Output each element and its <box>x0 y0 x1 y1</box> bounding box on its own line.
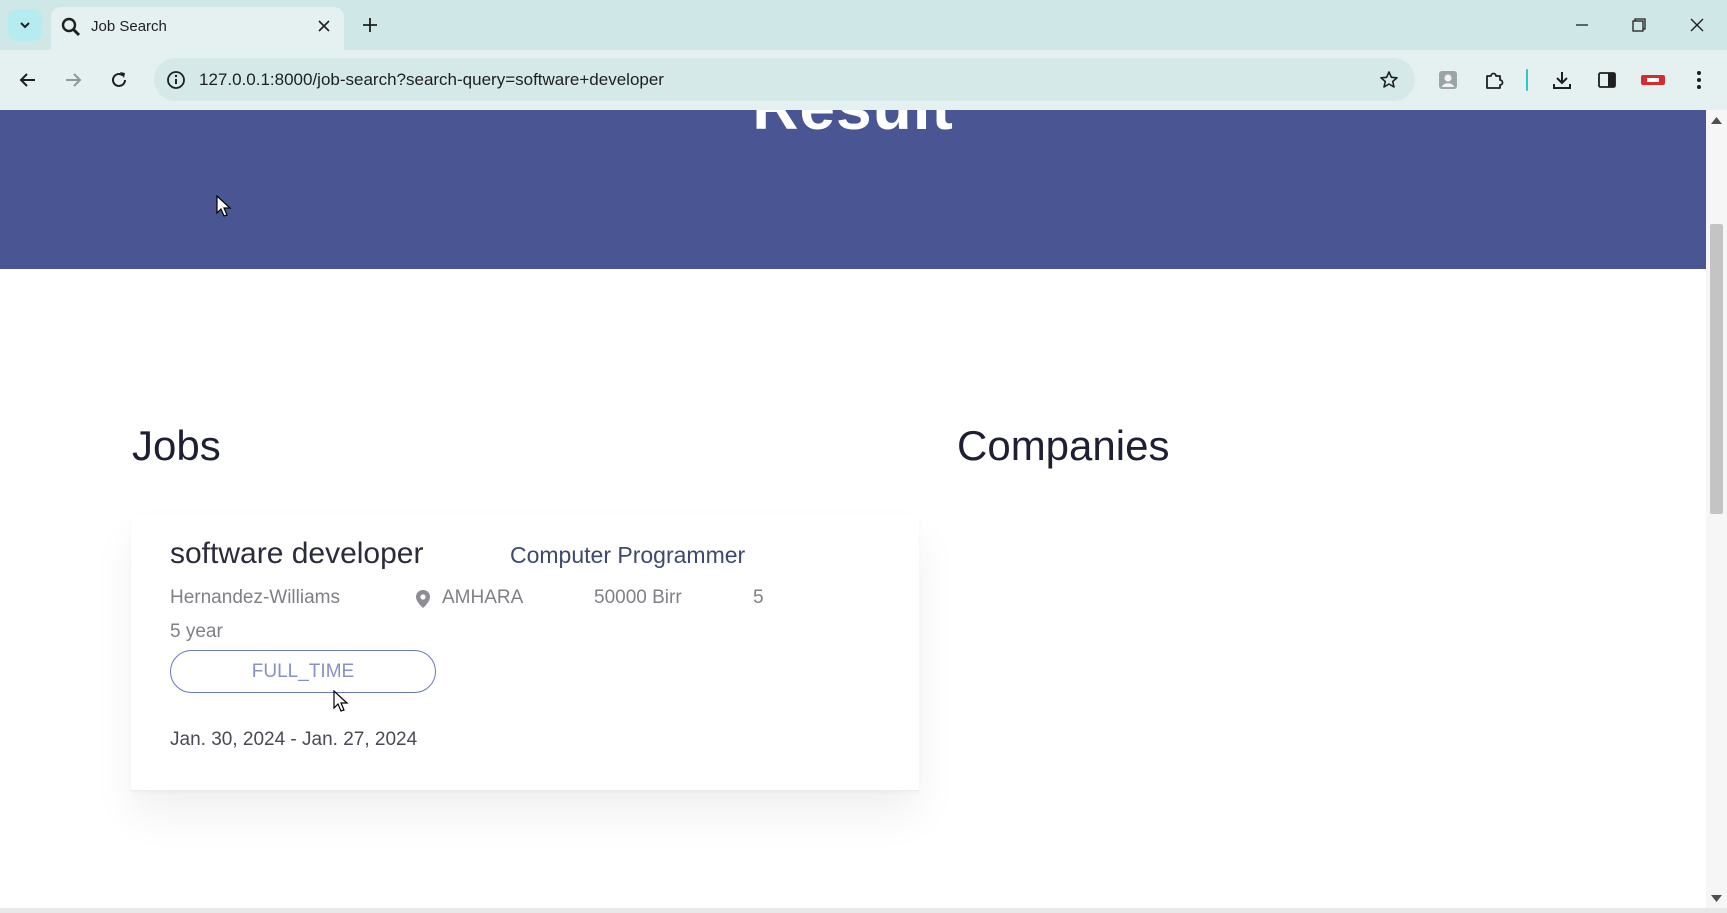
url-text[interactable]: 127.0.0.1:8000/job-search?search-query=s… <box>199 70 664 90</box>
extension-badge-icon <box>1641 75 1665 85</box>
chevron-down-icon <box>20 22 30 29</box>
browser-menu-button[interactable] <box>1684 65 1714 95</box>
job-dates: Jan. 30, 2024 - Jan. 27, 2024 <box>170 729 418 750</box>
magnifier-icon <box>61 17 81 37</box>
restore-button[interactable] <box>1621 10 1657 40</box>
page-viewport: Result Jobs Companies software developer… <box>0 110 1706 913</box>
map-pin-icon <box>416 590 430 608</box>
site-info-button[interactable] <box>164 68 188 92</box>
profile-extension-icon <box>1439 71 1457 89</box>
hero-title: Result <box>0 110 1706 144</box>
close-icon <box>318 20 330 32</box>
page-scrollbar[interactable] <box>1706 110 1727 913</box>
job-salary: 50000 Birr <box>594 587 682 608</box>
browser-tab[interactable]: Job Search <box>51 7 344 50</box>
scrollbar-thumb[interactable] <box>1710 224 1723 514</box>
tab-search-button[interactable] <box>8 9 42 41</box>
job-title[interactable]: software developer <box>170 537 423 571</box>
scroll-down-arrow-icon[interactable] <box>1711 895 1722 903</box>
browser-toolbar: 127.0.0.1:8000/job-search?search-query=s… <box>0 50 1727 110</box>
arrow-right-icon <box>66 73 82 87</box>
window-bottom-edge <box>0 908 1727 913</box>
job-vacancies: 5 <box>753 587 764 608</box>
download-icon <box>1553 72 1571 89</box>
plus-icon <box>363 18 377 32</box>
extension-badge-button[interactable] <box>1638 65 1668 95</box>
job-company: Hernandez-Williams <box>170 587 340 608</box>
job-location: AMHARA <box>442 587 524 608</box>
back-button[interactable] <box>13 65 43 95</box>
puzzle-icon <box>1486 72 1504 89</box>
job-category: Computer Programmer <box>510 542 746 568</box>
scroll-up-arrow-icon[interactable] <box>1711 116 1722 124</box>
minimize-icon <box>1576 24 1588 26</box>
mouse-pointer-icon <box>216 195 232 217</box>
side-panel-icon <box>1598 72 1616 88</box>
job-card[interactable]: software developer Computer Programmer H… <box>131 515 919 791</box>
address-bar[interactable]: 127.0.0.1:8000/job-search?search-query=s… <box>154 58 1415 101</box>
toolbar-separator <box>1526 69 1528 91</box>
reload-icon <box>112 72 126 87</box>
new-tab-button[interactable] <box>357 12 383 38</box>
tab-title: Job Search <box>91 18 167 35</box>
forward-button[interactable] <box>58 65 88 95</box>
info-icon <box>167 71 185 89</box>
job-type-button[interactable]: FULL_TIME <box>170 650 436 693</box>
jobs-heading: Jobs <box>132 422 221 469</box>
extensions-button[interactable] <box>1479 65 1509 95</box>
reload-button[interactable] <box>104 65 134 95</box>
hero-banner: Result <box>0 110 1706 269</box>
job-experience: 5 year <box>170 621 223 642</box>
side-panel-button[interactable] <box>1592 65 1622 95</box>
mouse-pointer-icon <box>333 690 349 712</box>
close-window-button[interactable] <box>1679 10 1715 40</box>
close-icon <box>1690 18 1704 32</box>
close-tab-button[interactable] <box>313 15 335 37</box>
companies-heading: Companies <box>957 422 1170 469</box>
downloads-button[interactable] <box>1547 65 1577 95</box>
profile-extension-button[interactable] <box>1433 65 1463 95</box>
restore-icon <box>1632 18 1646 32</box>
minimize-button[interactable] <box>1564 10 1600 40</box>
arrow-left-icon <box>19 73 35 87</box>
bookmark-button[interactable] <box>1377 68 1401 92</box>
kebab-menu-icon <box>1697 71 1701 89</box>
star-icon <box>1380 71 1398 88</box>
browser-tab-bar: Job Search <box>0 0 1727 50</box>
